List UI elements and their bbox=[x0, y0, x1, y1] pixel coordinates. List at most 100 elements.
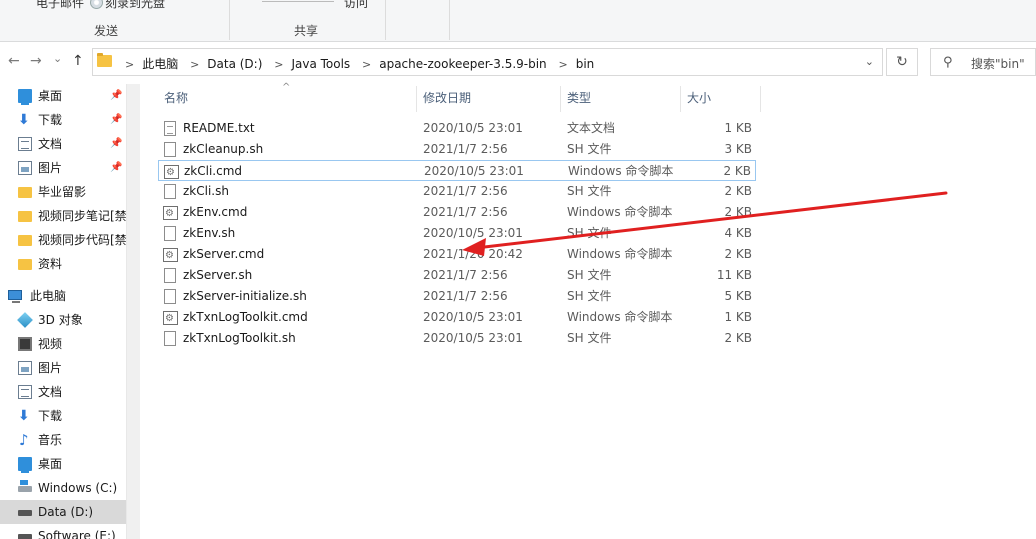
sidebar-item-downloads[interactable]: ⬇ 下载 bbox=[0, 404, 126, 428]
sidebar-item-label: 此电脑 bbox=[30, 289, 67, 303]
column-header-size[interactable]: 大小 bbox=[681, 86, 761, 112]
sidebar-item-desktop[interactable]: 桌面 bbox=[0, 452, 126, 476]
sidebar-item-music[interactable]: ♪ 音乐 bbox=[0, 428, 126, 452]
advanced-security-button[interactable]: 访问 bbox=[344, 0, 368, 11]
sidebar-item-label: 图片 bbox=[38, 361, 63, 375]
sidebar-item-downloads[interactable]: ⬇ 下载 📌 bbox=[0, 108, 126, 132]
file-row[interactable]: zkCleanup.sh 2021/1/7 2:56 SH 文件 3 KB bbox=[158, 139, 756, 160]
folder-icon bbox=[97, 53, 112, 67]
file-date: 2020/10/5 23:01 bbox=[423, 331, 523, 345]
file-size: 1 KB bbox=[724, 121, 752, 135]
sidebar-item-3d-objects[interactable]: 3D 对象 bbox=[0, 308, 126, 332]
file-row[interactable]: README.txt 2020/10/5 23:01 文本文档 1 KB bbox=[158, 118, 756, 139]
file-row[interactable]: zkEnv.cmd 2021/1/7 2:56 Windows 命令脚本 2 K… bbox=[158, 202, 756, 224]
cube-icon bbox=[17, 312, 33, 328]
file-row[interactable]: zkServer-initialize.sh 2021/1/7 2:56 SH … bbox=[158, 286, 756, 307]
file-row-hovered[interactable]: zkCli.cmd 2020/10/5 23:01 Windows 命令脚本 2… bbox=[158, 160, 756, 183]
up-arrow-icon[interactable]: ↑ bbox=[72, 54, 84, 68]
breadcrumb-item[interactable]: Java Tools bbox=[291, 57, 350, 71]
file-name: zkCli.sh bbox=[183, 184, 229, 198]
txt-file-icon bbox=[164, 121, 176, 136]
disc-icon bbox=[90, 0, 103, 9]
download-arrow-icon: ⬇ bbox=[18, 112, 30, 128]
sidebar-item-label: 视频同步笔记[禁 bbox=[38, 209, 126, 223]
address-bar[interactable]: > 此电脑 > Data (D:) > Java Tools > apache-zook… bbox=[92, 48, 883, 76]
sidebar-item-pictures[interactable]: 图片 📌 bbox=[0, 156, 126, 180]
group-label-send: 发送 bbox=[94, 24, 119, 38]
pin-icon: 📌 bbox=[110, 90, 123, 101]
download-arrow-icon: ⬇ bbox=[18, 408, 30, 424]
file-row[interactable]: zkTxnLogToolkit.sh 2020/10/5 23:01 SH 文件… bbox=[158, 328, 756, 349]
file-name: zkEnv.sh bbox=[183, 226, 236, 240]
file-name: README.txt bbox=[183, 121, 255, 135]
file-name: zkServer.sh bbox=[183, 268, 253, 282]
sh-file-icon bbox=[164, 331, 176, 346]
sidebar-item-folder[interactable]: 视频同步代码[禁 bbox=[0, 228, 126, 252]
file-row[interactable]: zkServer.sh 2021/1/7 2:56 SH 文件 11 KB bbox=[158, 265, 756, 286]
file-date: 2021/1/20 20:42 bbox=[423, 247, 523, 261]
cmd-file-icon bbox=[163, 203, 178, 224]
column-header-type[interactable]: 类型 bbox=[561, 86, 681, 112]
sidebar-item-label: 图片 bbox=[38, 161, 63, 175]
search-icon: ⚲ bbox=[943, 55, 953, 70]
file-size: 4 KB bbox=[724, 226, 752, 240]
sidebar-scrollbar[interactable] bbox=[126, 84, 140, 539]
sidebar-item-label: 视频 bbox=[38, 337, 63, 351]
forward-arrow-icon[interactable]: → bbox=[30, 54, 42, 68]
file-row[interactable]: zkServer.cmd 2021/1/20 20:42 Windows 命令脚… bbox=[158, 244, 756, 266]
sidebar-item-documents[interactable]: 文档 📌 bbox=[0, 132, 126, 156]
file-name: zkTxnLogToolkit.sh bbox=[183, 331, 296, 345]
file-size: 2 KB bbox=[724, 247, 752, 261]
cmd-file-icon bbox=[163, 308, 178, 329]
sidebar-item-folder[interactable]: 毕业留影 bbox=[0, 180, 126, 204]
cmd-file-icon bbox=[163, 245, 178, 266]
recent-locations-chevron-icon[interactable]: ⌄ bbox=[53, 52, 62, 66]
sidebar-item-label: Software (E:) bbox=[38, 529, 116, 539]
music-note-icon: ♪ bbox=[19, 431, 29, 449]
column-header-name[interactable]: 名称 bbox=[158, 86, 417, 112]
address-dropdown-chevron-icon[interactable]: ⌄ bbox=[865, 55, 874, 68]
file-name: zkCli.cmd bbox=[184, 164, 243, 178]
chevron-right-icon[interactable]: > bbox=[362, 58, 371, 71]
sidebar-item-drive-e[interactable]: Software (E:) bbox=[0, 524, 126, 539]
sidebar-item-folder[interactable]: 资料 bbox=[0, 252, 126, 276]
breadcrumb-item[interactable]: bin bbox=[576, 57, 595, 71]
sidebar-item-videos[interactable]: 视频 bbox=[0, 332, 126, 356]
sidebar-item-desktop[interactable]: 桌面 📌 bbox=[0, 84, 126, 108]
sidebar-item-label: 音乐 bbox=[38, 433, 63, 447]
back-arrow-icon[interactable]: ← bbox=[8, 54, 20, 68]
email-button[interactable]: 电子邮件 bbox=[36, 0, 84, 11]
file-name: zkCleanup.sh bbox=[183, 142, 264, 156]
file-row[interactable]: zkCli.sh 2021/1/7 2:56 SH 文件 2 KB bbox=[158, 181, 756, 202]
sidebar-item-drive-d[interactable]: Data (D:) bbox=[0, 500, 126, 524]
sidebar-item-drive-c[interactable]: Windows (C:) bbox=[0, 476, 126, 500]
cmd-file-icon bbox=[164, 162, 179, 183]
file-date: 2020/10/5 23:01 bbox=[423, 226, 523, 240]
sidebar-item-this-pc[interactable]: 此电脑 bbox=[0, 284, 126, 308]
chevron-right-icon[interactable]: > bbox=[559, 58, 568, 71]
chevron-right-icon[interactable]: > bbox=[274, 58, 283, 71]
breadcrumb-item[interactable]: apache-zookeeper-3.5.9-bin bbox=[379, 57, 546, 71]
refresh-icon: ↻ bbox=[896, 54, 908, 70]
sidebar-item-pictures[interactable]: 图片 bbox=[0, 356, 126, 380]
search-box[interactable]: ⚲ 搜索"bin" bbox=[930, 48, 1036, 76]
file-name: zkServer.cmd bbox=[183, 247, 265, 261]
sidebar-item-label: 下载 bbox=[38, 409, 63, 423]
sidebar-item-documents[interactable]: 文档 bbox=[0, 380, 126, 404]
file-row[interactable]: zkTxnLogToolkit.cmd 2020/10/5 23:01 Wind… bbox=[158, 307, 756, 329]
refresh-button[interactable]: ↻ bbox=[886, 48, 918, 76]
sidebar-item-folder[interactable]: 视频同步笔记[禁 bbox=[0, 204, 126, 228]
file-size: 2 KB bbox=[724, 331, 752, 345]
breadcrumb-item[interactable]: Data (D:) bbox=[207, 57, 262, 71]
column-header-date[interactable]: 修改日期 bbox=[417, 86, 561, 112]
ribbon-share-box bbox=[262, 0, 334, 2]
breadcrumb-item[interactable]: 此电脑 bbox=[142, 57, 178, 71]
file-size: 1 KB bbox=[724, 310, 752, 324]
chevron-right-icon[interactable]: > bbox=[190, 58, 199, 71]
file-row[interactable]: zkEnv.sh 2020/10/5 23:01 SH 文件 4 KB bbox=[158, 223, 756, 244]
file-name: zkTxnLogToolkit.cmd bbox=[183, 310, 308, 324]
folder-icon bbox=[18, 211, 32, 222]
burn-to-disc-button[interactable]: 刻录到光盘 bbox=[90, 0, 165, 11]
ribbon-divider bbox=[385, 0, 386, 40]
file-type: SH 文件 bbox=[567, 226, 612, 240]
